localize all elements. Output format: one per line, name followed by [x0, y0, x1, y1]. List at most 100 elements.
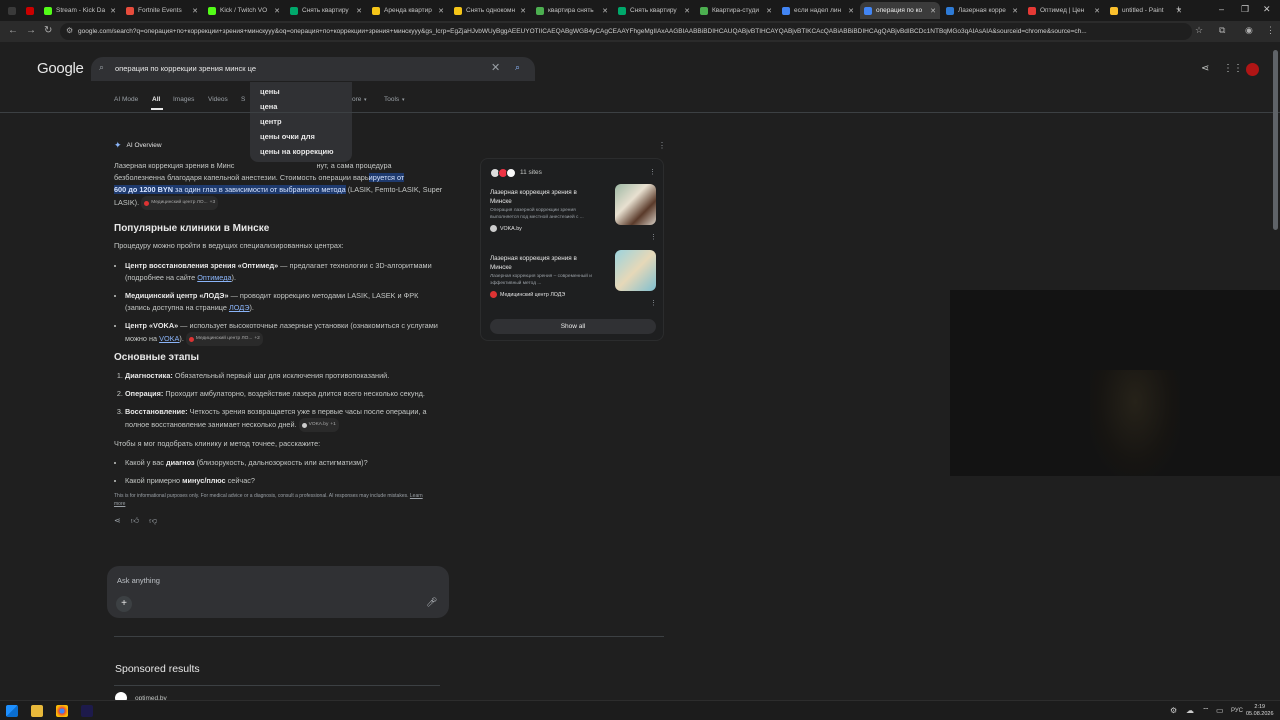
back-icon[interactable]: ← [8, 25, 18, 36]
filter-images[interactable]: Images [173, 96, 194, 103]
windows-start-icon[interactable] [6, 705, 18, 717]
source-card[interactable]: Лазерная коррекция зрения в Минске Лазер… [490, 250, 657, 307]
tab-close-icon[interactable]: ✕ [598, 7, 612, 15]
reload-icon[interactable]: ↻ [44, 25, 52, 36]
tab-close-icon[interactable]: ✕ [762, 7, 776, 15]
source-card-title[interactable]: Лазерная коррекция зрения в Минске [490, 255, 600, 272]
source-pill[interactable]: Медицинский центр ЛО... +3 [141, 196, 219, 210]
suggestion-item[interactable]: центр [260, 117, 282, 126]
premiere-icon[interactable] [81, 705, 93, 717]
filter-more[interactable]: ore [352, 96, 361, 103]
thumbs-down-icon[interactable]: 👎︎ [149, 516, 157, 526]
filter-ai-mode[interactable]: AI Mode [114, 96, 138, 103]
sites-count[interactable]: 11 sites [520, 169, 542, 176]
source-thumbnail[interactable] [615, 250, 656, 291]
browser-tab[interactable]: Снять квартиру ✕ [614, 2, 694, 19]
share-icon[interactable]: ⋖ [1201, 63, 1209, 74]
clinic-desc-end: ). [249, 303, 254, 312]
chrome-icon[interactable] [56, 705, 68, 717]
site-info-icon[interactable]: ⚙ [66, 26, 73, 35]
avatar[interactable] [1246, 63, 1259, 76]
source-pill[interactable]: VOKA.by +1 [298, 418, 339, 432]
browser-tab[interactable]: untitled - Paint ✕ [1106, 2, 1186, 19]
card-menu-icon[interactable]: ⋮ [650, 233, 657, 241]
sources-menu-icon[interactable]: ⋮ [649, 168, 656, 176]
browser-tab[interactable]: операция по ко ✕ [860, 2, 940, 19]
file-explorer-icon[interactable] [31, 705, 43, 717]
thumbs-up-icon[interactable]: 👍︎ [131, 516, 139, 526]
filter-videos[interactable]: Videos [208, 96, 228, 103]
tray-wifi-icon[interactable]: ⌔ [1202, 706, 1210, 716]
search-submit-icon[interactable]: ⌕ [515, 62, 520, 73]
menu-dots-icon[interactable]: ⋮ [1266, 25, 1275, 36]
clinic-link[interactable]: ЛОДЭ [229, 303, 250, 312]
browser-tab[interactable] [22, 2, 38, 19]
language-indicator[interactable]: РУС [1231, 708, 1243, 714]
plus-icon[interactable]: + [116, 596, 132, 612]
tab-close-icon[interactable]: ✕ [1090, 7, 1104, 15]
card-menu-icon[interactable]: ⋮ [650, 299, 657, 307]
browser-tab[interactable]: Снять однокомн ✕ [450, 2, 530, 19]
ask-input[interactable]: Ask anything [117, 576, 160, 585]
browser-tab[interactable]: Квартира-студи ✕ [696, 2, 776, 19]
browser-tab[interactable]: Аренда квартир ✕ [368, 2, 448, 19]
tab-close-icon[interactable]: ✕ [434, 7, 448, 15]
tray-display-icon[interactable]: ▭ [1216, 706, 1224, 715]
search-box[interactable]: ⌕ операция по коррекции зрения минск це … [91, 57, 535, 81]
browser-tab[interactable]: Fortnite Events ✕ [122, 2, 202, 19]
browser-tab[interactable]: Снять квартиру ✕ [286, 2, 366, 19]
new-tab-button[interactable]: + [1176, 4, 1181, 14]
tab-close-icon[interactable]: ✕ [844, 7, 858, 15]
ai-overview-title: AI Overview [126, 142, 162, 149]
taskbar-clock[interactable]: 2:19 05.08.2026 [1246, 704, 1274, 718]
profile-icon[interactable]: ◉ [1245, 25, 1253, 36]
browser-tab[interactable]: квартира снять ✕ [532, 2, 612, 19]
tray-network-icon[interactable]: ☁ [1186, 706, 1194, 715]
browser-tab[interactable]: Оптимед | Цен ✕ [1024, 2, 1104, 19]
mic-icon[interactable]: 🎤︎ [426, 597, 437, 608]
apps-grid-icon[interactable]: ⋮⋮ [1223, 63, 1243, 74]
tab-close-icon[interactable]: ✕ [270, 7, 284, 15]
tab-close-icon[interactable]: ✕ [352, 7, 366, 15]
minimize-button[interactable]: – [1219, 4, 1224, 14]
filter-all[interactable]: All [152, 96, 160, 103]
browser-tab[interactable]: если надел лин ✕ [778, 2, 858, 19]
clinic-link[interactable]: VOKA [159, 334, 179, 343]
tab-close-icon[interactable]: ✕ [926, 7, 940, 15]
page-scrollbar[interactable] [1273, 50, 1278, 230]
url-field[interactable]: ⚙ google.com/search?q=операция+по+коррек… [60, 23, 1192, 40]
source-card[interactable]: Лазерная коррекция зрения в Минске Опера… [490, 184, 657, 241]
extensions-icon[interactable]: ⧉ [1219, 25, 1225, 36]
tray-settings-icon[interactable]: ⚙ [1170, 706, 1177, 715]
source-thumbnail[interactable] [615, 184, 656, 225]
suggestion-item[interactable]: цены [260, 87, 280, 96]
browser-tab[interactable]: Stream - Kick Da ✕ [40, 2, 120, 19]
browser-tab[interactable]: Лазерная корре ✕ [942, 2, 1022, 19]
tab-close-icon[interactable]: ✕ [516, 7, 530, 15]
ask-box[interactable]: Ask anything + 🎤︎ [107, 566, 449, 618]
browser-tab[interactable] [4, 2, 20, 19]
browser-tab[interactable]: Kick / Twitch VO ✕ [204, 2, 284, 19]
close-window-button[interactable]: ✕ [1263, 4, 1271, 15]
filter-s[interactable]: S [241, 96, 245, 103]
ai-menu-dots-icon[interactable]: ⋮ [658, 141, 666, 150]
tab-favicon-icon [782, 6, 790, 15]
tab-close-icon[interactable]: ✕ [1008, 7, 1022, 15]
maximize-button[interactable]: ❐ [1241, 4, 1249, 15]
share-icon[interactable]: ⋖ [114, 516, 121, 526]
bookmark-star-icon[interactable]: ☆ [1195, 25, 1203, 36]
tab-close-icon[interactable]: ✕ [680, 7, 694, 15]
filter-tools[interactable]: Tools [384, 96, 399, 103]
source-card-title[interactable]: Лазерная коррекция зрения в Минске [490, 189, 600, 206]
tab-close-icon[interactable]: ✕ [188, 7, 202, 15]
google-logo[interactable]: Google [37, 60, 84, 77]
clear-icon[interactable]: ✕ [491, 61, 500, 74]
source-pill[interactable]: Медицинский центр ЛО... +2 [185, 332, 263, 346]
step-desc: Проходит амбулаторно, воздействие лазера… [163, 389, 425, 398]
show-all-button[interactable]: Show all [490, 319, 656, 334]
forward-icon[interactable]: → [26, 25, 36, 36]
clinic-link[interactable]: Оптимеда [197, 273, 231, 282]
tab-close-icon[interactable]: ✕ [106, 7, 120, 15]
search-input[interactable]: операция по коррекции зрения минск це [115, 64, 256, 73]
suggestion-item[interactable]: цена [260, 102, 277, 111]
